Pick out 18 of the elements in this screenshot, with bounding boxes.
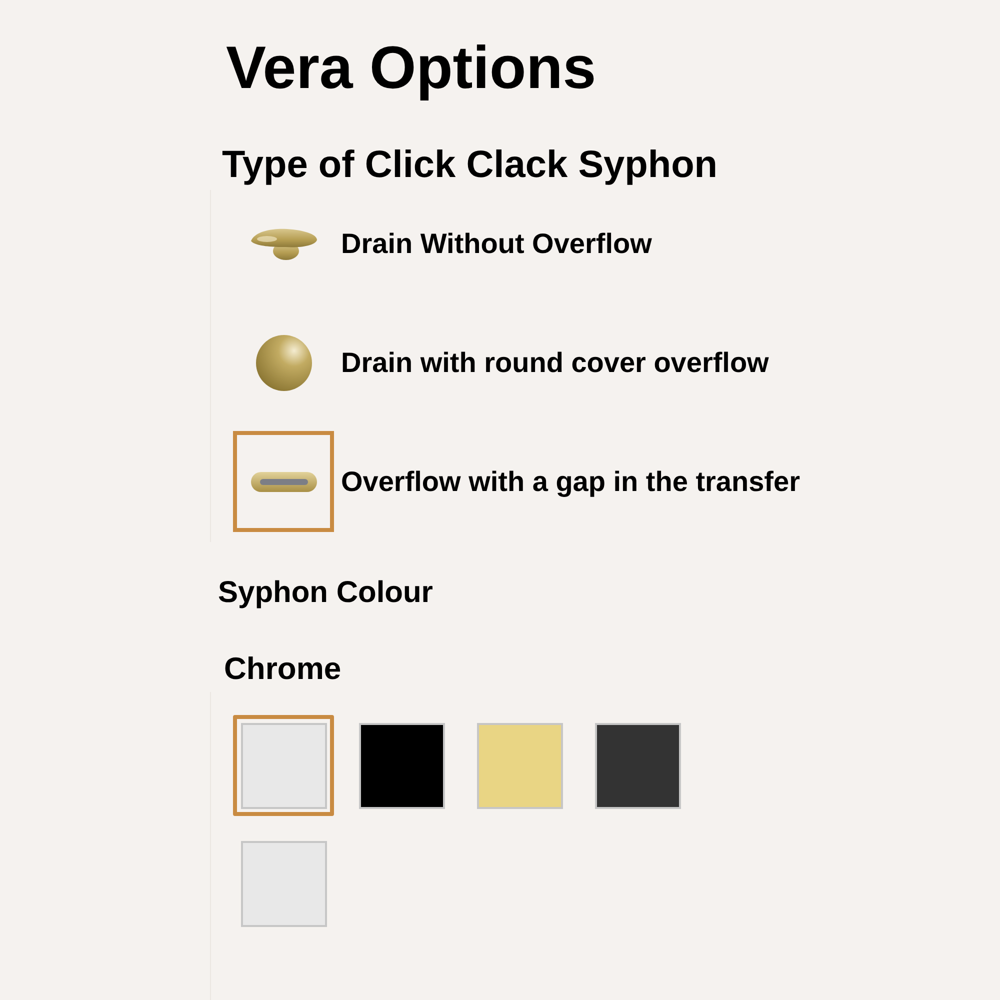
option-label: Drain Without Overflow <box>341 226 652 260</box>
sphere-icon <box>254 334 312 392</box>
colour-swatch-button[interactable] <box>240 840 326 926</box>
slot-icon <box>250 472 316 492</box>
colour-swatch-button[interactable] <box>358 722 444 808</box>
option-tile[interactable] <box>233 431 334 532</box>
page-title: Vera Options <box>226 33 596 103</box>
option-tile[interactable] <box>248 226 318 260</box>
colour-swatch-button[interactable] <box>476 722 562 808</box>
selected-colour-name: Chrome <box>224 651 342 687</box>
option-tile[interactable] <box>254 334 312 392</box>
option-label: Overflow with a gap in the transfer <box>341 464 800 498</box>
drain-cap-icon <box>248 226 318 260</box>
colour-swatch-button[interactable] <box>594 722 680 808</box>
option-label: Drain with round cover overflow <box>341 346 769 380</box>
section-heading: Syphon Colour <box>218 575 433 611</box>
section-heading: Type of Click Clack Syphon <box>222 143 718 188</box>
swatch-button[interactable] <box>233 715 334 816</box>
